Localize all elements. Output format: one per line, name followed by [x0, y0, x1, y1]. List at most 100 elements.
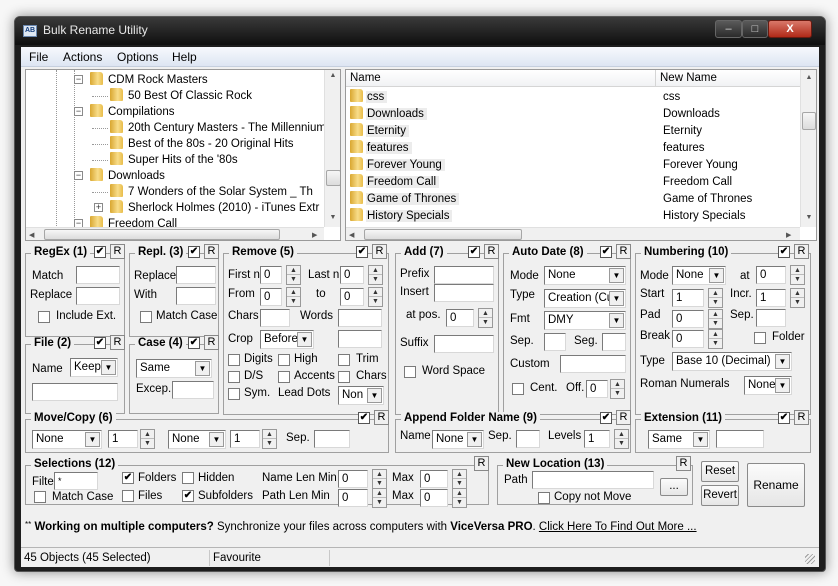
- numbering-break-spinner[interactable]: ▲ ▼: [708, 329, 723, 349]
- autodate-type-dropdown[interactable]: Creation (Cur ▼: [544, 289, 626, 308]
- appendfolder-levels-spinner[interactable]: ▲ ▼: [614, 429, 629, 449]
- digits-checkbox[interactable]: [228, 354, 240, 366]
- file-row[interactable]: Downloads Downloads: [350, 106, 798, 123]
- movecopy-mode2-dropdown[interactable]: None ▼: [168, 430, 226, 449]
- appendfolder-enable-checkbox[interactable]: ✔: [600, 412, 612, 424]
- file-row[interactable]: Eternity Eternity: [350, 123, 798, 140]
- crop-input[interactable]: [338, 330, 382, 348]
- case-enable-checkbox[interactable]: ✔: [188, 337, 200, 349]
- numbering-reset-button[interactable]: R: [794, 244, 809, 259]
- file-list[interactable]: Name New Name css css Downloads Downloads Et…: [345, 69, 817, 241]
- appendfolder-name-dropdown[interactable]: None ▼: [432, 430, 484, 449]
- selections-reset-button[interactable]: R: [474, 456, 489, 471]
- roman-numerals-dropdown[interactable]: None ▼: [744, 376, 792, 395]
- to-input[interactable]: 0: [340, 288, 364, 306]
- at-pos-input[interactable]: 0: [446, 309, 474, 327]
- numbering-start-input[interactable]: 1: [672, 289, 704, 307]
- rename-button[interactable]: Rename: [747, 463, 805, 507]
- tree-node[interactable]: 50 Best Of Classic Rock: [110, 88, 252, 104]
- tree-vscrollbar[interactable]: ▲ ▼: [324, 70, 340, 227]
- tree-node[interactable]: CDM Rock Masters: [90, 72, 208, 88]
- numbering-incr-spinner[interactable]: ▲ ▼: [790, 288, 805, 308]
- file-row[interactable]: Freedom Call Freedom Call: [350, 174, 798, 191]
- name-len-min-input[interactable]: 0: [338, 470, 368, 488]
- close-button[interactable]: X: [768, 20, 812, 38]
- repl-enable-checkbox[interactable]: ✔: [188, 246, 200, 258]
- tree-node[interactable]: 20th Century Masters - The Millennium: [110, 120, 326, 136]
- autodate-enable-checkbox[interactable]: ✔: [600, 246, 612, 258]
- movecopy-count1-spinner[interactable]: ▲ ▼: [140, 429, 155, 449]
- autodate-reset-button[interactable]: R: [616, 244, 631, 259]
- folders-checkbox[interactable]: ✔: [122, 472, 134, 484]
- case-excep-input[interactable]: [172, 381, 214, 399]
- promo-link[interactable]: Click Here To Find Out More ...: [539, 521, 697, 533]
- crop-dropdown[interactable]: Before ▼: [260, 330, 314, 349]
- scroll-left-icon[interactable]: ◀: [29, 231, 34, 239]
- collapse-icon[interactable]: −: [74, 75, 83, 84]
- movecopy-count1-input[interactable]: 1: [108, 430, 138, 448]
- accents-checkbox[interactable]: [278, 371, 290, 383]
- scroll-down-icon[interactable]: ▼: [801, 214, 816, 221]
- numbering-incr-input[interactable]: 1: [756, 289, 786, 307]
- high-checkbox[interactable]: [278, 354, 290, 366]
- autodate-mode-dropdown[interactable]: None ▼: [544, 266, 626, 285]
- files-checkbox[interactable]: [122, 490, 134, 502]
- extension-input[interactable]: [716, 430, 764, 448]
- repl-with-input[interactable]: [176, 287, 216, 305]
- remove-reset-button[interactable]: R: [372, 244, 387, 259]
- numbering-at-input[interactable]: 0: [756, 266, 786, 284]
- collapse-icon[interactable]: −: [74, 171, 83, 180]
- filter-input[interactable]: *: [54, 472, 98, 490]
- file-enable-checkbox[interactable]: ✔: [94, 337, 106, 349]
- collapse-icon[interactable]: −: [74, 107, 83, 116]
- scroll-right-icon[interactable]: ▶: [786, 231, 791, 239]
- insert-input[interactable]: [434, 284, 494, 302]
- file-name-input[interactable]: [32, 383, 118, 401]
- scroll-thumb[interactable]: [364, 229, 522, 240]
- movecopy-sep-input[interactable]: [314, 430, 350, 448]
- path-len-min-input[interactable]: 0: [338, 489, 368, 507]
- movecopy-mode1-dropdown[interactable]: None ▼: [32, 430, 102, 449]
- chars-checkbox[interactable]: [338, 371, 350, 383]
- to-spinner[interactable]: ▲ ▼: [368, 287, 383, 307]
- reset-button[interactable]: Reset: [701, 461, 739, 482]
- column-header-name[interactable]: Name: [346, 70, 656, 87]
- path-len-max-spinner[interactable]: ▲ ▼: [452, 488, 467, 508]
- numbering-type-dropdown[interactable]: Base 10 (Decimal) ▼: [672, 352, 792, 371]
- trim-checkbox[interactable]: [338, 354, 350, 366]
- case-dropdown[interactable]: Same ▼: [136, 359, 212, 378]
- name-len-max-input[interactable]: 0: [420, 470, 448, 488]
- numbering-at-spinner[interactable]: ▲ ▼: [790, 265, 805, 285]
- folder-tree[interactable]: − CDM Rock Masters 50 Best Of Classic Rock…: [25, 69, 341, 241]
- file-row[interactable]: features features: [350, 140, 798, 157]
- numbering-mode-dropdown[interactable]: None ▼: [672, 266, 726, 285]
- scroll-right-icon[interactable]: ▶: [312, 231, 317, 239]
- list-vscrollbar[interactable]: ▲ ▼: [800, 70, 816, 227]
- include-ext-checkbox[interactable]: [38, 311, 50, 323]
- hidden-checkbox[interactable]: [182, 472, 194, 484]
- numbering-sep-input[interactable]: [756, 309, 786, 327]
- regex-replace-input[interactable]: [76, 287, 120, 305]
- prefix-input[interactable]: [434, 266, 494, 284]
- revert-button[interactable]: Revert: [701, 485, 739, 506]
- expand-icon[interactable]: +: [94, 203, 103, 212]
- newlocation-reset-button[interactable]: R: [676, 456, 691, 471]
- extension-enable-checkbox[interactable]: ✔: [778, 412, 790, 424]
- tree-node[interactable]: Super Hits of the '80s: [110, 152, 238, 168]
- last-n-input[interactable]: 0: [340, 266, 364, 284]
- tree-node[interactable]: Best of the 80s - 20 Original Hits: [110, 136, 294, 152]
- scroll-thumb[interactable]: [802, 112, 816, 130]
- add-reset-button[interactable]: R: [484, 244, 499, 259]
- column-header-new-name[interactable]: New Name: [656, 70, 800, 87]
- last-n-spinner[interactable]: ▲ ▼: [368, 265, 383, 285]
- suffix-input[interactable]: [434, 335, 494, 353]
- appendfolder-levels-input[interactable]: 1: [584, 430, 610, 448]
- autodate-fmt-dropdown[interactable]: DMY ▼: [544, 311, 626, 330]
- menu-actions[interactable]: Actions: [63, 50, 102, 64]
- off-spinner[interactable]: ▲ ▼: [610, 379, 625, 399]
- movecopy-count2-input[interactable]: 1: [230, 430, 260, 448]
- regex-reset-button[interactable]: R: [110, 244, 125, 259]
- movecopy-count2-spinner[interactable]: ▲ ▼: [262, 429, 277, 449]
- copy-not-move-checkbox[interactable]: [538, 492, 550, 504]
- tree-node[interactable]: Sherlock Holmes (2010) - iTunes Extr: [110, 200, 319, 216]
